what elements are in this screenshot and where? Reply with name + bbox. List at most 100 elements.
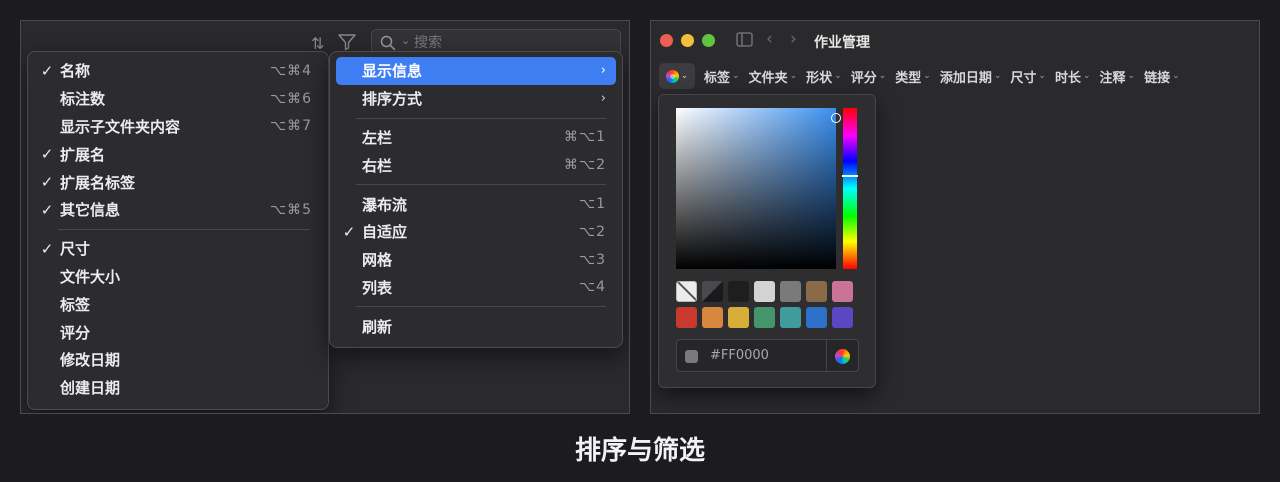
checkmark-icon: ✓ [40,200,54,219]
color-swatch[interactable] [676,281,697,302]
menu-item[interactable]: 左栏 ⌘⌥1 [336,124,616,152]
color-swatch[interactable] [728,307,749,328]
menu-item[interactable]: 排序方式 › [336,85,616,113]
filter-dropdown[interactable]: 形状 ⌄ [806,67,842,86]
context-menu: 显示信息 › 排序方式 › 左栏 ⌘⌥1 右栏 ⌘⌥2 瀑布流 ⌥1 ✓ 自适应 ⌥2 网格 ⌥3 列表 ⌥4 刷… [329,51,623,348]
color-swatch[interactable] [806,307,827,328]
menu-item-shortcut: ⌥⌘7 [269,118,312,135]
close-window-button[interactable] [660,34,673,47]
filter-dropdown[interactable]: 尺寸 ⌄ [1010,67,1046,86]
menu-item[interactable]: 文件大小 [34,263,322,291]
menu-item[interactable]: ✓ 尺寸 [34,235,322,263]
color-swatch[interactable] [832,281,853,302]
chevron-down-icon: ⌄ [680,71,689,81]
color-cursor[interactable] [831,113,841,123]
zoom-window-button[interactable] [702,34,715,47]
menu-separator [58,228,310,230]
filter-dropdown[interactable]: 添加日期 ⌄ [940,67,1002,86]
menu-item[interactable]: 网格 ⌥3 [336,246,616,274]
display-info-submenu: ✓ 名称 ⌥⌘4 标注数 ⌥⌘6 显示子文件夹内容 ⌥⌘7 ✓ 扩展名 ✓ 扩展名标签 ✓ 其它信息 ⌥⌘… [27,51,329,410]
color-swatch[interactable] [702,281,723,302]
menu-item[interactable]: 显示信息 › [336,57,616,85]
filter-dropdown[interactable]: 注释 ⌄ [1100,67,1136,86]
menu-item[interactable]: ✓ 自适应 ⌥2 [336,218,616,246]
color-swatch[interactable] [676,307,697,328]
menu-item[interactable]: 右栏 ⌘⌥2 [336,151,616,179]
menu-item-label: 显示信息 [362,62,423,81]
color-swatch[interactable] [754,281,775,302]
chevron-down-icon: ⌄ [878,71,887,81]
menu-item-label: 标签 [60,295,91,314]
menu-item[interactable]: 评分 [34,318,322,346]
chevron-down-icon[interactable]: ⌄ [401,34,410,47]
menu-item[interactable]: 列表 ⌥4 [336,274,616,302]
filter-dropdown[interactable]: 类型 ⌄ [895,67,931,86]
hue-slider-handle[interactable] [842,175,858,177]
menu-item-label: 标注数 [60,90,106,109]
filter-dropdown[interactable]: 时长 ⌄ [1055,67,1091,86]
filter-label: 时长 [1054,70,1081,86]
menu-item[interactable]: ✓ 其它信息 ⌥⌘5 [34,196,322,224]
menu-item[interactable]: ✓ 扩展名标签 [34,168,322,196]
filter-label: 注释 [1099,70,1126,86]
color-swatch[interactable] [754,307,775,328]
saturation-brightness-field[interactable] [676,108,841,269]
menu-item-label: 右栏 [362,156,393,175]
minimize-window-button[interactable] [681,34,694,47]
menu-item-label: 评分 [60,323,91,342]
menu-item[interactable]: ✓ 名称 ⌥⌘4 [34,57,322,85]
chevron-down-icon: ⌄ [834,71,842,81]
filter-label: 添加日期 [939,70,992,86]
menu-item-label: 排序方式 [362,90,423,109]
menu-item-label: 扩展名 [60,145,106,164]
color-swatch[interactable] [728,281,749,302]
color-swatch[interactable] [780,281,801,302]
chevron-down-icon: ⌄ [1038,71,1046,81]
color-swatch[interactable] [806,281,827,302]
menu-item[interactable]: 刷新 [336,312,616,340]
chevron-down-icon: ⌄ [1127,71,1136,81]
menu-item-label: 显示子文件夹内容 [60,117,181,136]
hue-slider[interactable] [842,108,858,269]
chevron-down-icon: ⌄ [1082,71,1091,81]
menu-item[interactable]: 修改日期 [34,346,322,374]
chevron-down-icon: ⌄ [1172,71,1180,81]
window-controls [660,34,715,47]
color-picker-popover: #FF0000 [658,94,876,388]
menu-item[interactable]: 标注数 ⌥⌘6 [34,85,322,113]
color-swatch[interactable] [780,307,801,328]
menu-item-label: 刷新 [362,317,393,336]
sidebar-toggle-icon[interactable] [736,32,753,51]
filter-dropdown[interactable]: 链接 ⌄ [1144,67,1180,86]
back-arrow-icon[interactable]: ‹ [766,29,773,49]
menu-item-shortcut: ⌘⌥2 [563,157,606,174]
hex-input-row: #FF0000 [676,339,859,372]
filter-label: 尺寸 [1010,70,1037,86]
menu-item-shortcut: ⌥2 [578,223,606,240]
color-swatch[interactable] [702,307,723,328]
filter-dropdown[interactable]: 评分 ⌄ [851,67,887,86]
forward-arrow-icon[interactable]: › [790,29,797,49]
filter-label: 链接 [1144,70,1171,86]
hex-value-field[interactable]: #FF0000 [710,348,769,363]
menu-item-label: 其它信息 [60,201,121,220]
menu-item[interactable]: ✓ 扩展名 [34,140,322,168]
menu-item[interactable]: 标签 [34,290,322,318]
menu-item-shortcut: ⌥⌘6 [269,90,312,107]
color-swatch[interactable] [832,307,853,328]
chevron-down-icon: ⌄ [993,71,1002,81]
filter-label: 评分 [850,70,877,86]
divider [826,340,827,371]
menu-item-label: 创建日期 [60,379,121,398]
filter-dropdown[interactable]: 标签 ⌄ [704,67,740,86]
color-filter-button[interactable]: ⌄ [659,63,695,89]
filter-dropdown[interactable]: 文件夹 ⌄ [749,67,798,86]
menu-item[interactable]: 瀑布流 ⌥1 [336,190,616,218]
checkmark-icon: ✓ [40,173,54,192]
menu-item-label: 自适应 [362,223,408,242]
menu-item[interactable]: 创建日期 [34,374,322,402]
menu-item[interactable]: 显示子文件夹内容 ⌥⌘7 [34,113,322,141]
menu-item-label: 左栏 [362,128,393,147]
system-color-picker-icon[interactable] [835,349,850,364]
filter-label: 文件夹 [748,70,788,86]
